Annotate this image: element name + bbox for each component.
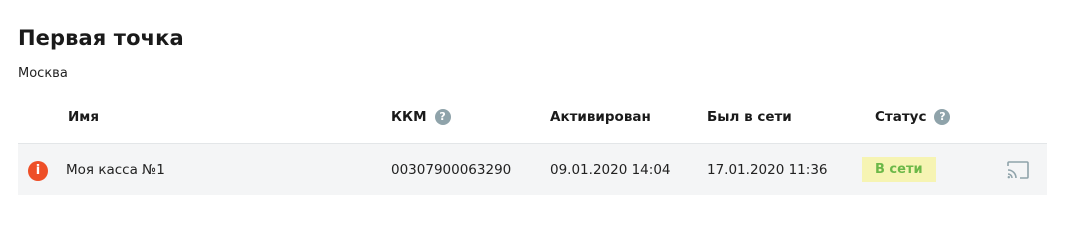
column-header-name-label: Имя xyxy=(68,109,100,125)
last-online-date: 17.01.2020 11:36 xyxy=(707,161,828,178)
kkm-number: 00307900063290 xyxy=(391,161,512,178)
activated-date: 09.01.2020 14:04 xyxy=(550,161,671,178)
column-header-last-online: Был в сети xyxy=(707,98,792,143)
table-row[interactable]: i Моя касса №1 00307900063290 09.01.2020… xyxy=(18,144,1047,195)
kkm-help-icon[interactable]: ? xyxy=(434,109,451,125)
point-city: Москва xyxy=(18,66,68,81)
column-header-last-online-label: Был в сети xyxy=(707,109,792,125)
column-header-kkm: ККМ ? xyxy=(391,98,451,143)
kkm-name[interactable]: Моя касса №1 xyxy=(66,144,165,195)
column-header-name: Имя xyxy=(68,98,99,143)
table-header: Имя ККМ ? Активирован Был в сети Статус … xyxy=(18,98,1047,144)
column-header-kkm-label: ККМ xyxy=(391,109,427,125)
column-header-activated: Активирован xyxy=(550,98,651,143)
status-cell: В сети xyxy=(862,144,936,195)
status-help-icon[interactable]: ? xyxy=(934,109,951,125)
page-title: Первая точка xyxy=(18,26,184,50)
column-header-status: Статус ? xyxy=(875,98,951,143)
info-alert-icon[interactable]: i xyxy=(28,161,48,181)
cast-icon-graphic xyxy=(1007,161,1029,179)
cast-icon[interactable] xyxy=(1006,160,1030,180)
page: Первая точка Москва Имя ККМ ? Активирова… xyxy=(0,0,1080,250)
column-header-activated-label: Активирован xyxy=(550,109,651,125)
status-badge: В сети xyxy=(862,157,936,182)
column-header-status-label: Статус xyxy=(875,109,927,125)
kkm-table: Имя ККМ ? Активирован Был в сети Статус … xyxy=(18,98,1047,195)
